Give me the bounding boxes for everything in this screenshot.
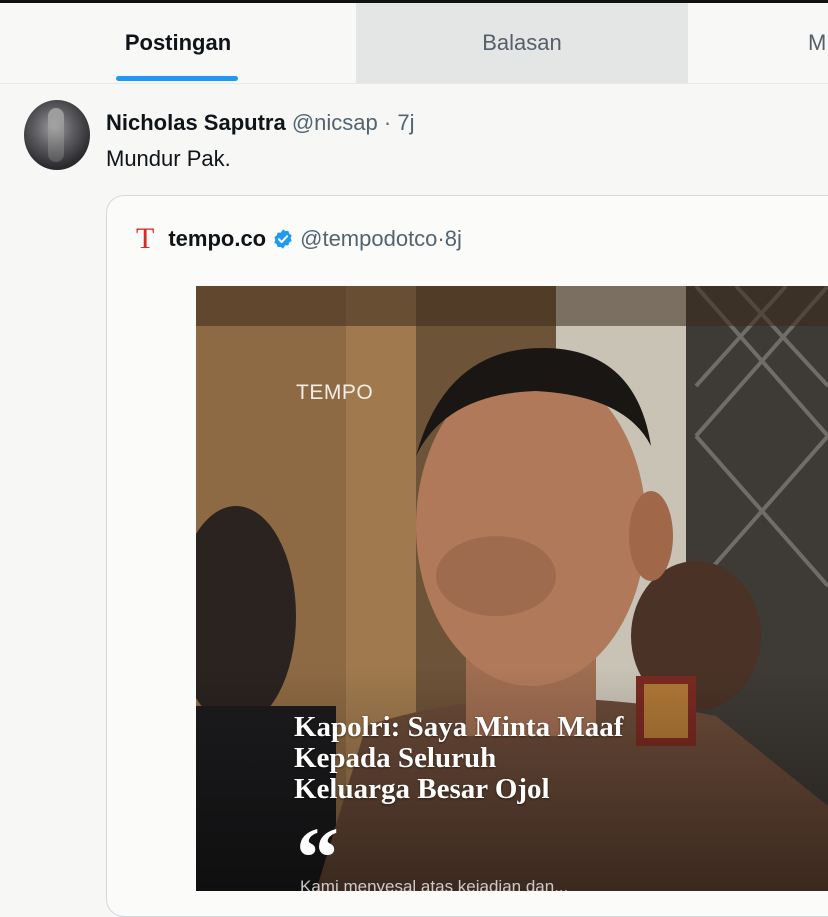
author-handle[interactable]: @nicsap (292, 110, 378, 135)
quoted-tweet-image[interactable]: TEMPO Kapolri: Saya Minta Maaf Kepada Se… (196, 286, 828, 891)
tweet-time[interactable]: 7j (397, 110, 414, 135)
quoted-tweet-header: T tempo.co @tempodotco · 8j (136, 224, 462, 254)
tab-balasan[interactable]: Balasan (356, 3, 688, 83)
tweet-header: Nicholas Saputra @nicsap · 7j (106, 110, 414, 136)
tab-more[interactable]: M (688, 3, 828, 83)
headline-line: Kapolri: Saya Minta Maaf (294, 711, 624, 743)
image-headline: Kapolri: Saya Minta Maaf Kepada Seluruh … (294, 712, 623, 805)
tempo-watermark: TEMPO (296, 381, 374, 404)
divider (0, 83, 828, 84)
profile-tabs: Postingan Balasan M (0, 3, 828, 83)
headline-line: Kepada Seluruh (294, 742, 497, 774)
active-tab-indicator (116, 76, 238, 81)
tempo-logo-icon: T (136, 222, 155, 255)
tweet-text: Mundur Pak. (106, 146, 231, 171)
author-name[interactable]: Nicholas Saputra (106, 110, 286, 135)
verified-badge-icon (274, 229, 292, 249)
tab-label: Postingan (124, 30, 232, 55)
quoted-author-handle[interactable]: @tempodotco (300, 226, 437, 252)
quoted-tweet-time[interactable]: 8j (445, 226, 462, 252)
image-subtext: Kami menyesal atas kejadian dan... (300, 877, 569, 891)
headline-line: Keluarga Besar Ojol (294, 773, 550, 805)
separator: · (437, 226, 445, 251)
separator: · (377, 110, 398, 135)
quoted-author-name[interactable]: tempo.co (168, 226, 266, 252)
tab-postingan[interactable]: Postingan (0, 3, 356, 83)
avatar[interactable] (24, 100, 90, 170)
tab-label: Balasan (482, 30, 562, 55)
tab-label: M (808, 30, 827, 55)
